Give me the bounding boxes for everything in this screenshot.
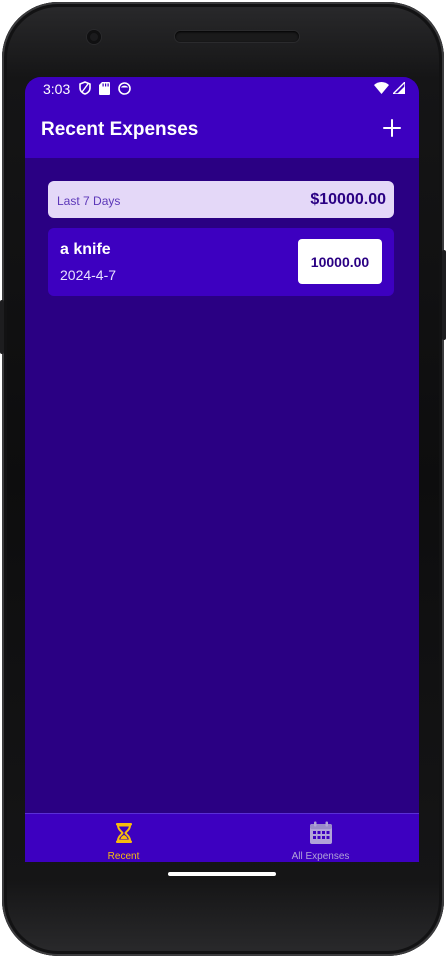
front-camera	[87, 30, 101, 44]
sd-card-icon	[99, 81, 110, 100]
app-notification-icon	[118, 81, 131, 100]
tab-all-expenses[interactable]: All Expenses	[222, 814, 419, 862]
plus-icon	[383, 118, 401, 142]
expense-description: a knife	[60, 241, 111, 258]
add-expense-button[interactable]	[377, 115, 407, 145]
calendar-icon	[308, 820, 334, 846]
wifi-icon	[374, 81, 389, 99]
summary-total: $10000.00	[310, 191, 386, 208]
app-bar: Recent Expenses	[25, 101, 419, 158]
volume-button	[442, 250, 446, 340]
home-indicator[interactable]	[168, 872, 276, 876]
page-title: Recent Expenses	[41, 119, 199, 140]
device-frame: 3:03 Recent Expenses Last 7 Days $10000.…	[0, 0, 446, 958]
summary-period-label: Last 7 Days	[57, 194, 121, 208]
status-bar: 3:03	[25, 77, 419, 101]
expense-item[interactable]: a knife 2024-4-7 10000.00	[48, 228, 394, 296]
shield-icon	[79, 81, 91, 100]
expense-date: 2024-4-7	[60, 267, 117, 283]
status-icons-left	[79, 81, 131, 100]
expense-amount: 10000.00	[310, 253, 370, 270]
status-icons-right	[374, 80, 406, 99]
app-screen: 3:03 Recent Expenses Last 7 Days $10000.…	[25, 77, 419, 862]
tab-all-expenses-label: All Expenses	[291, 851, 350, 862]
tab-recent[interactable]: Recent	[25, 814, 222, 862]
power-button	[0, 300, 4, 354]
cell-signal-icon	[391, 80, 406, 99]
earpiece-speaker	[175, 31, 299, 42]
tab-recent-label: Recent	[107, 851, 140, 862]
bottom-navigation: Recent All Expenses	[25, 813, 419, 862]
expense-amount-box: 10000.00	[298, 239, 382, 284]
status-time: 3:03	[43, 81, 71, 97]
hourglass-icon	[111, 820, 137, 846]
expenses-summary: Last 7 Days $10000.00	[48, 181, 394, 218]
